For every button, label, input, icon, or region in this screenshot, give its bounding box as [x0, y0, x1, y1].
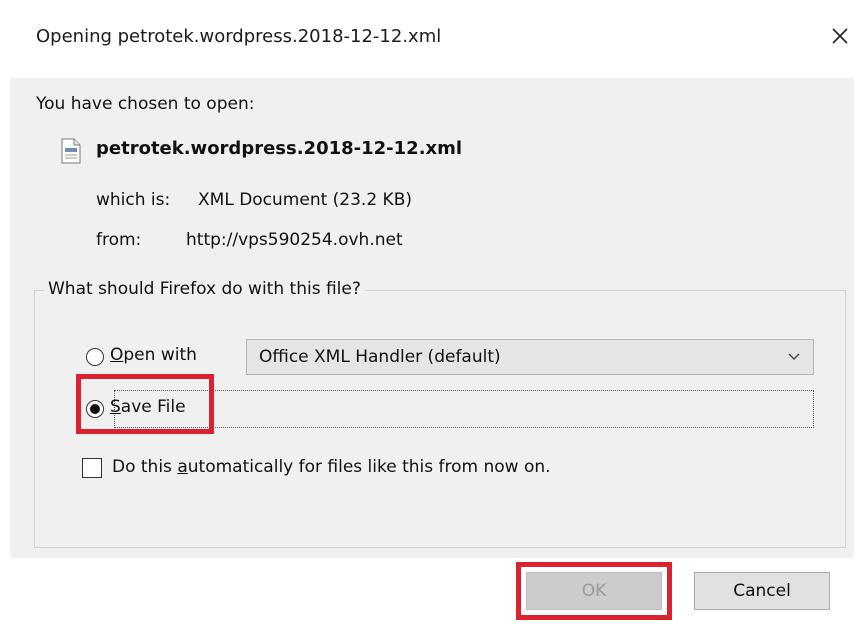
- open-with-label[interactable]: Open with: [110, 345, 197, 365]
- handler-select[interactable]: Office XML Handler (default): [246, 339, 814, 375]
- title-bar: Opening petrotek.wordpress.2018-12-12.xm…: [0, 0, 864, 78]
- file-open-dialog: Opening petrotek.wordpress.2018-12-12.xm…: [0, 0, 864, 642]
- action-question: What should Firefox do with this file?: [44, 279, 365, 299]
- open-with-radio[interactable]: [86, 348, 104, 366]
- from-value: http://vps590254.ovh.net: [186, 230, 403, 250]
- cancel-button[interactable]: Cancel: [694, 572, 830, 610]
- intro-text: You have chosen to open:: [36, 94, 255, 114]
- save-file-focus-outline: [114, 390, 814, 428]
- open-with-label-rest: pen with: [123, 345, 197, 365]
- file-type-value: XML Document (23.2 KB): [198, 190, 412, 210]
- save-file-highlight: [76, 374, 214, 434]
- auto-action-label-prefix: Do this: [112, 457, 178, 477]
- from-label: from:: [96, 230, 142, 250]
- xml-file-icon: [61, 138, 81, 164]
- auto-action-label[interactable]: Do this automatically for files like thi…: [112, 457, 551, 477]
- close-button[interactable]: [820, 16, 860, 56]
- dialog-title: Opening petrotek.wordpress.2018-12-12.xm…: [36, 26, 442, 47]
- handler-select-value: Office XML Handler (default): [259, 347, 501, 367]
- file-name: petrotek.wordpress.2018-12-12.xml: [96, 138, 463, 159]
- auto-action-checkbox[interactable]: [82, 458, 102, 478]
- close-icon: [832, 28, 848, 44]
- open-with-access-key: O: [110, 345, 124, 365]
- auto-action-label-rest: utomatically for files like this from no…: [187, 457, 551, 477]
- ok-button-highlight: [516, 562, 672, 620]
- chevron-down-icon: [788, 353, 800, 360]
- which-is-label: which is:: [96, 190, 171, 210]
- auto-action-access-key: a: [177, 457, 188, 477]
- dialog-content: You have chosen to open: petrotek.wordpr…: [10, 78, 854, 558]
